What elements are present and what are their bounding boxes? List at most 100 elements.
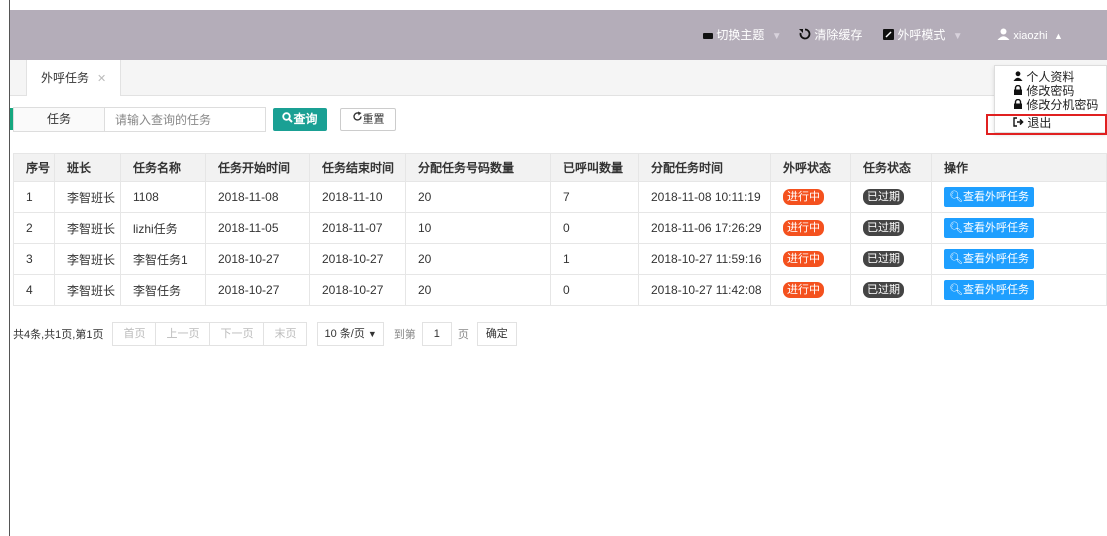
cell-start: 2018-10-27 (205, 243, 310, 275)
logout-highlight-box (986, 114, 1107, 135)
view-call-task-button[interactable]: 🔍︎查看外呼任务 (944, 249, 1034, 269)
cell-assigned-count: 20 (405, 181, 551, 213)
cell-action: 🔍︎查看外呼任务 (931, 181, 1107, 213)
cell-task-status: 已过期 (850, 212, 932, 244)
cell-action: 🔍︎查看外呼任务 (931, 243, 1107, 275)
goto-label: 到第 (393, 329, 416, 341)
menu-item-profile[interactable]: 个人资料 (1013, 71, 1074, 84)
cell-called-count: 0 (550, 274, 639, 306)
menu-item-change-password[interactable]: 修改密码 (1013, 85, 1074, 98)
table-row: 1 李智班长 1108 2018-11-08 2018-11-10 20 7 2… (13, 181, 1107, 213)
view-call-task-label: 查看外呼任务 (962, 222, 1029, 234)
confirm-page-button[interactable]: 确定 (476, 322, 517, 346)
search-icon: 🔍︎ (949, 253, 963, 265)
chevron-down-icon: ▼ (367, 329, 377, 339)
username: xiaozhi (1013, 30, 1048, 42)
cell-index: 1 (13, 181, 55, 213)
view-call-task-button[interactable]: 🔍︎查看外呼任务 (944, 280, 1034, 300)
cell-call-status: 进行中 (770, 212, 851, 244)
cell-call-status: 进行中 (770, 274, 851, 306)
user-menu-toggle[interactable]: xiaozhi ▲ (997, 10, 1063, 60)
cell-end: 2018-10-27 (309, 274, 406, 306)
call-status-badge: 进行中 (783, 189, 824, 205)
col-header: 任务名称 (120, 153, 206, 182)
cell-assigned-count: 10 (405, 212, 551, 244)
view-call-task-button[interactable]: 🔍︎查看外呼任务 (944, 187, 1034, 207)
table-row: 3 李智班长 李智任务1 2018-10-27 2018-10-27 20 1 … (13, 243, 1107, 275)
lock-icon (1013, 85, 1023, 98)
col-header: 已呼叫数量 (550, 153, 639, 182)
top-bar: 切换主题 ▼ 清除缓存 外呼模式 ▼ xiaozhi ▲ (10, 10, 1107, 60)
call-mode-menu[interactable]: 外呼模式 ▼ (883, 10, 963, 60)
cell-task-name: lizhi任务 (120, 212, 206, 244)
cell-call-status: 进行中 (770, 243, 851, 275)
col-header: 分配任务时间 (638, 153, 771, 182)
cell-task-status: 已过期 (850, 274, 932, 306)
cell-index: 3 (13, 243, 55, 275)
search-input[interactable] (104, 107, 266, 132)
search-icon: 🔍︎ (949, 222, 963, 234)
user-icon (1013, 71, 1023, 84)
cell-index: 2 (13, 212, 55, 244)
chevron-down-icon: ▼ (952, 31, 963, 42)
query-label: 查询 (293, 112, 318, 126)
col-header: 操作 (931, 153, 1107, 182)
refresh-icon (799, 11, 811, 61)
monitor-icon (703, 11, 713, 61)
cell-assigned-count: 20 (405, 243, 551, 275)
search-icon (282, 108, 294, 131)
col-header: 任务开始时间 (205, 153, 310, 182)
task-status-badge: 已过期 (863, 251, 904, 267)
table-row: 4 李智班长 李智任务 2018-10-27 2018-10-27 20 0 2… (13, 274, 1107, 306)
menu-item-label: 修改分机密码 (1026, 98, 1099, 112)
lock-icon (1013, 99, 1023, 112)
last-page-button[interactable]: 末页 (263, 322, 308, 346)
page-number-input[interactable]: 1 (421, 322, 452, 346)
cell-leader: 李智班长 (54, 212, 121, 244)
cell-start: 2018-11-05 (205, 212, 310, 244)
cell-called-count: 7 (550, 181, 639, 213)
cell-task-status: 已过期 (850, 243, 932, 275)
search-label: 任务 (13, 107, 105, 132)
cell-call-status: 进行中 (770, 181, 851, 213)
table-row: 2 李智班长 lizhi任务 2018-11-05 2018-11-07 10 … (13, 212, 1107, 244)
tab-bar: 外呼任务 ✕ (10, 60, 1107, 96)
next-page-button[interactable]: 下一页 (209, 322, 265, 346)
query-button[interactable]: 查询 (273, 108, 327, 131)
cell-leader: 李智班长 (54, 181, 121, 213)
cell-action: 🔍︎查看外呼任务 (931, 212, 1107, 244)
menu-item-label: 个人资料 (1026, 70, 1075, 84)
cell-called-count: 0 (550, 212, 639, 244)
menu-item-change-extension-password[interactable]: 修改分机密码 (1013, 99, 1098, 112)
col-header: 任务状态 (850, 153, 932, 182)
view-call-task-label: 查看外呼任务 (962, 284, 1029, 296)
call-status-badge: 进行中 (783, 220, 824, 236)
cell-task-status: 已过期 (850, 181, 932, 213)
call-status-badge: 进行中 (783, 251, 824, 267)
search-icon: 🔍︎ (949, 191, 963, 203)
edit-icon (883, 11, 894, 61)
cell-called-count: 1 (550, 243, 639, 275)
cell-start: 2018-11-08 (205, 181, 310, 213)
switch-theme-label: 切换主题 (716, 28, 765, 42)
tab-call-tasks[interactable]: 外呼任务 ✕ (26, 60, 122, 96)
close-icon[interactable]: ✕ (97, 73, 106, 85)
first-page-button[interactable]: 首页 (112, 322, 157, 346)
cell-assigned-count: 20 (405, 274, 551, 306)
cell-assigned-time: 2018-11-08 10:11:19 (638, 181, 771, 213)
prev-page-button[interactable]: 上一页 (155, 322, 211, 346)
tab-label: 外呼任务 (41, 71, 90, 85)
cell-assigned-time: 2018-10-27 11:42:08 (638, 274, 771, 306)
clear-cache-button[interactable]: 清除缓存 (799, 10, 862, 60)
pagination-info: 共4条,共1页,第1页 (13, 329, 104, 341)
view-call-task-button[interactable]: 🔍︎查看外呼任务 (944, 218, 1034, 238)
reset-button[interactable]: 重置 (340, 108, 396, 131)
col-header: 班长 (54, 153, 121, 182)
search-icon: 🔍︎ (949, 284, 963, 296)
page-size-select[interactable]: 10 条/页 ▼ (317, 322, 384, 346)
task-status-badge: 已过期 (863, 220, 904, 236)
cell-leader: 李智班长 (54, 243, 121, 275)
page-unit-label: 页 (457, 329, 469, 341)
cell-index: 4 (13, 274, 55, 306)
switch-theme-menu[interactable]: 切换主题 ▼ (703, 10, 782, 60)
